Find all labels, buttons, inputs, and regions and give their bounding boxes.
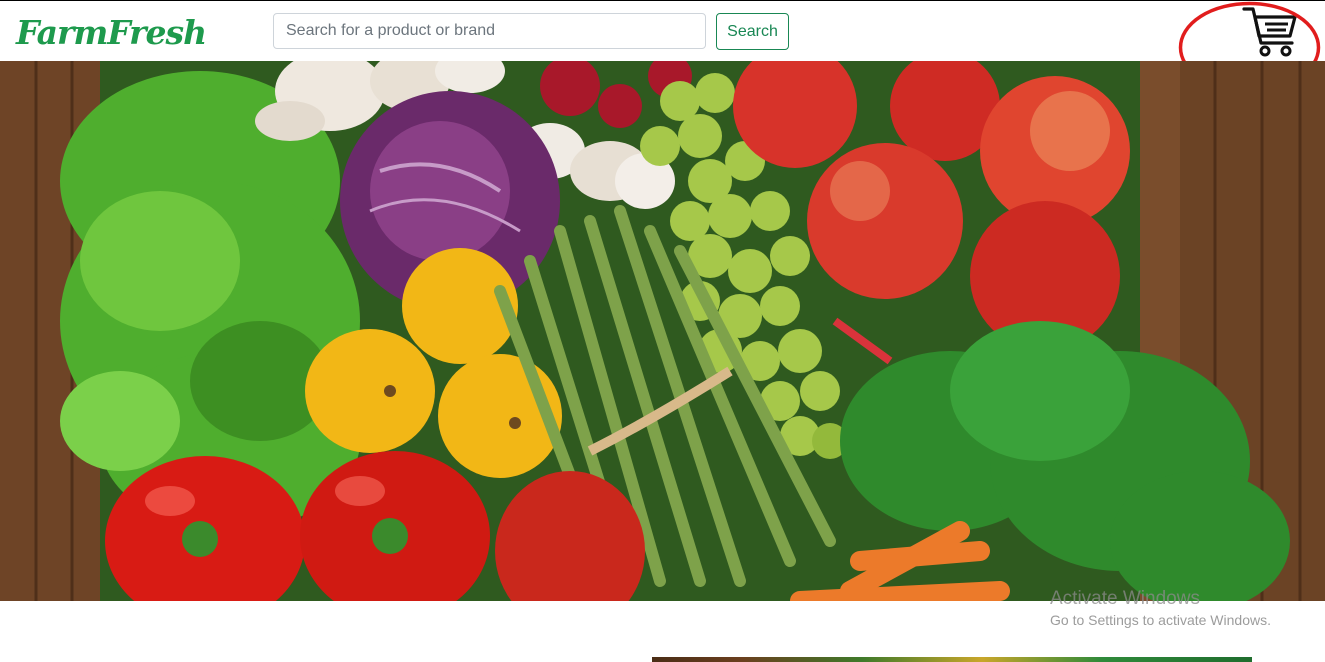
navbar: FarmFresh Search — [0, 1, 1325, 61]
watermark-title: Activate Windows — [1050, 588, 1200, 609]
secondary-banner-image — [652, 657, 1252, 662]
brand-name: FarmFresh — [16, 12, 207, 52]
windows-activation-watermark: Activate Windows Go to Settings to activ… — [1050, 588, 1271, 628]
hero-banner-image — [0, 61, 1325, 601]
vegetables-crate-illustration — [0, 61, 1325, 601]
red-peppers — [105, 451, 645, 601]
watermark-subtitle: Go to Settings to activate Windows. — [1050, 612, 1271, 628]
search-input[interactable] — [273, 13, 706, 49]
cart-button[interactable] — [1240, 5, 1300, 59]
search-button[interactable]: Search — [716, 13, 789, 50]
shopping-cart-icon — [1242, 7, 1297, 57]
brand-logo[interactable]: FarmFresh — [12, 11, 207, 53]
